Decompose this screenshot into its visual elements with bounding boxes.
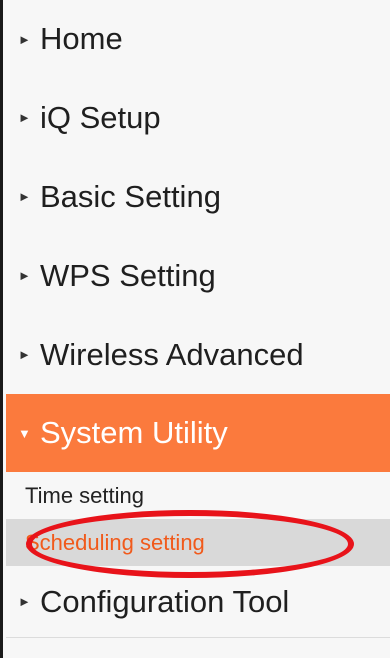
menu-item-configuration-tool[interactable]: ► Configuration Tool <box>6 566 390 638</box>
caret-right-icon: ► <box>18 594 31 609</box>
submenu-item-time-setting[interactable]: Time setting <box>6 472 390 519</box>
menu-item-label: Configuration Tool <box>40 583 290 619</box>
menu-item-label: Home <box>40 21 123 56</box>
caret-right-icon: ► <box>18 347 31 362</box>
submenu-item-scheduling-setting[interactable]: Scheduling setting <box>6 519 390 566</box>
navigation-menu: ► Home ► iQ Setup ► Basic Setting ► WPS … <box>0 0 390 658</box>
caret-right-icon: ► <box>18 268 31 283</box>
menu-item-label: iQ Setup <box>40 99 161 135</box>
menu-item-iq-setup[interactable]: ► iQ Setup <box>6 78 390 158</box>
submenu-item-label: Time setting <box>25 482 145 508</box>
menu-item-wps-setting[interactable]: ► WPS Setting <box>6 236 390 316</box>
menu-item-label: System Utility <box>40 415 228 450</box>
menu-item-label: Wireless Advanced <box>40 336 304 372</box>
caret-down-icon: ▼ <box>18 425 31 441</box>
menu-item-label: WPS Setting <box>40 257 216 293</box>
menu-item-wireless-advanced[interactable]: ► Wireless Advanced <box>6 315 390 395</box>
menu-item-system-utility[interactable]: ▼ System Utility <box>6 394 390 472</box>
caret-right-icon: ► <box>18 189 31 204</box>
caret-right-icon: ► <box>18 110 31 125</box>
submenu-item-label: Scheduling setting <box>25 529 205 555</box>
caret-right-icon: ► <box>18 31 31 47</box>
menu-bottom-divider <box>6 637 390 638</box>
menu-item-label: Basic Setting <box>40 178 221 214</box>
menu-item-basic-setting[interactable]: ► Basic Setting <box>6 157 390 237</box>
menu-item-home[interactable]: ► Home <box>6 0 390 79</box>
